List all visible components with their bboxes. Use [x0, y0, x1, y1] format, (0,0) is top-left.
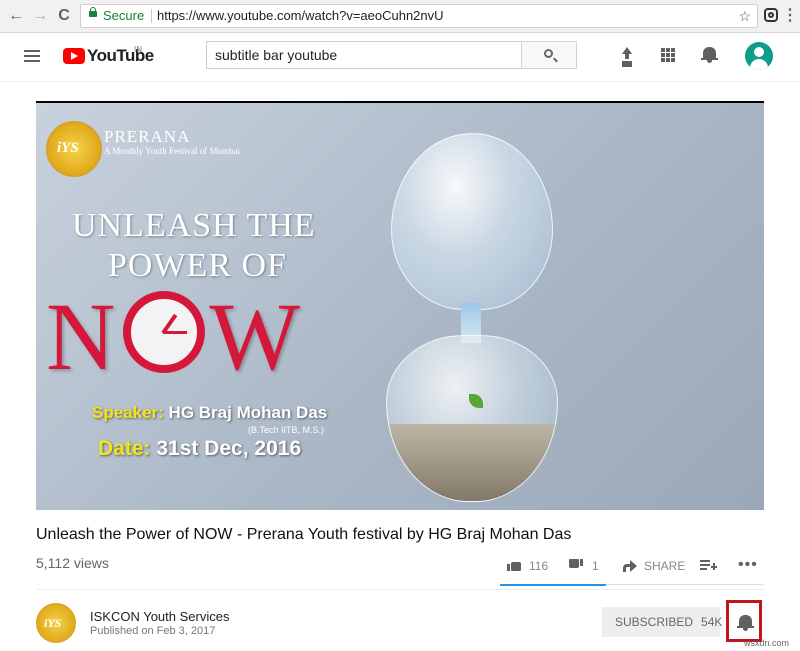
- menu-icon[interactable]: ⋮: [780, 6, 800, 26]
- share-icon[interactable]: [623, 560, 637, 572]
- like-count: 116: [529, 559, 549, 573]
- youtube-logo-text: YouTube: [87, 46, 154, 65]
- youtube-logo-icon: [63, 48, 85, 64]
- prerana-title: PRERANA: [104, 127, 191, 146]
- speaker-qualifications: (B.Tech IITB, M.S.): [248, 425, 325, 435]
- secure-label: Secure: [103, 8, 145, 23]
- browser-toolbar: ← → C Secure https://www.youtube.com/wat…: [0, 0, 800, 33]
- channel-name[interactable]: ISKCON Youth Services: [90, 609, 229, 624]
- reload-icon[interactable]: C: [54, 6, 74, 26]
- prerana-subtitle: A Monthly Youth Festival of Mumbai: [104, 146, 241, 156]
- view-count: 5,112 views: [36, 555, 109, 571]
- video-title: Unleash the Power of NOW - Prerana Youth…: [36, 526, 572, 543]
- video-player[interactable]: iYS PRERANA A Monthly Youth Festival of …: [36, 101, 764, 510]
- bell-icon[interactable]: [701, 47, 718, 63]
- headline-line-1: UNLEASH THE: [72, 207, 316, 244]
- iys-emblem: iYS: [46, 121, 102, 177]
- date-line: Date: 31st Dec, 2016: [98, 437, 302, 460]
- subscribed-button[interactable]: SUBSCRIBED 54K: [602, 607, 723, 637]
- thumbs-down-icon[interactable]: [569, 559, 583, 571]
- search-icon: [544, 49, 553, 58]
- extension-icon[interactable]: [764, 8, 778, 22]
- url-text[interactable]: https://www.youtube.com/watch?v=aeoCuhn2…: [157, 5, 444, 27]
- region-label: IN: [134, 45, 142, 54]
- divider: [36, 589, 764, 590]
- back-arrow-icon[interactable]: ←: [6, 6, 26, 26]
- address-bar[interactable]: Secure https://www.youtube.com/watch?v=a…: [80, 4, 758, 28]
- now-word: NW: [46, 283, 304, 390]
- like-ratio-track: [606, 584, 764, 585]
- apps-icon[interactable]: [661, 48, 675, 62]
- search-button[interactable]: [521, 41, 577, 69]
- star-icon[interactable]: ☆: [738, 5, 751, 27]
- youtube-header: YouTube IN subtitle bar youtube: [0, 33, 800, 82]
- more-icon[interactable]: •••: [738, 556, 758, 574]
- share-button[interactable]: SHARE: [644, 558, 685, 574]
- channel-avatar[interactable]: iYS: [36, 603, 76, 643]
- upload-icon[interactable]: [620, 47, 634, 65]
- hourglass-image: [386, 103, 558, 508]
- speaker-line: Speaker: HG Braj Mohan Das: [92, 403, 328, 422]
- add-to-playlist-icon[interactable]: [700, 560, 717, 572]
- subscriber-count: 54K: [701, 615, 723, 629]
- search-input[interactable]: subtitle bar youtube: [206, 41, 522, 69]
- avatar-icon[interactable]: [745, 42, 773, 70]
- hamburger-icon[interactable]: [24, 50, 40, 62]
- watermark: wsxdn.com: [744, 638, 790, 648]
- thumbs-up-icon[interactable]: [507, 559, 521, 571]
- address-separator: [151, 9, 152, 23]
- notification-bell-highlight[interactable]: [726, 600, 762, 642]
- dislike-count: 1: [592, 559, 599, 573]
- subscribed-label: SUBSCRIBED: [615, 615, 694, 629]
- clock-icon: [123, 291, 206, 373]
- headline-line-2: POWER OF: [108, 247, 287, 284]
- like-ratio-bar: [500, 584, 606, 586]
- publish-date: Published on Feb 3, 2017: [90, 625, 216, 637]
- forward-arrow-icon[interactable]: →: [30, 6, 50, 26]
- lock-icon: [89, 7, 97, 17]
- notification-bell-icon[interactable]: [737, 615, 754, 631]
